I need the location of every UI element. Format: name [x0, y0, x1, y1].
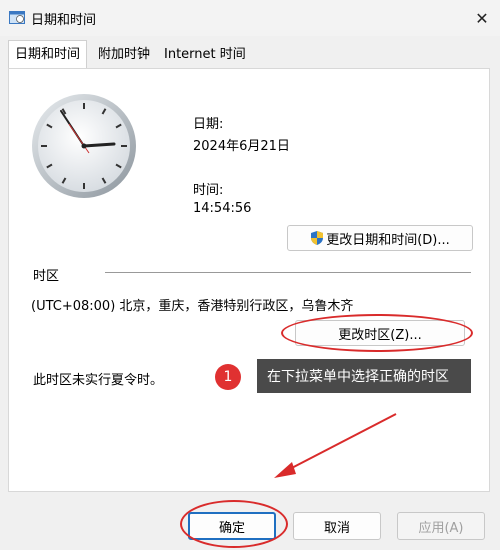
- ok-button[interactable]: 确定: [188, 512, 276, 540]
- cancel-button[interactable]: 取消: [293, 512, 381, 540]
- annotation-arrow: [274, 413, 397, 478]
- apply-button[interactable]: 应用(A): [397, 512, 485, 540]
